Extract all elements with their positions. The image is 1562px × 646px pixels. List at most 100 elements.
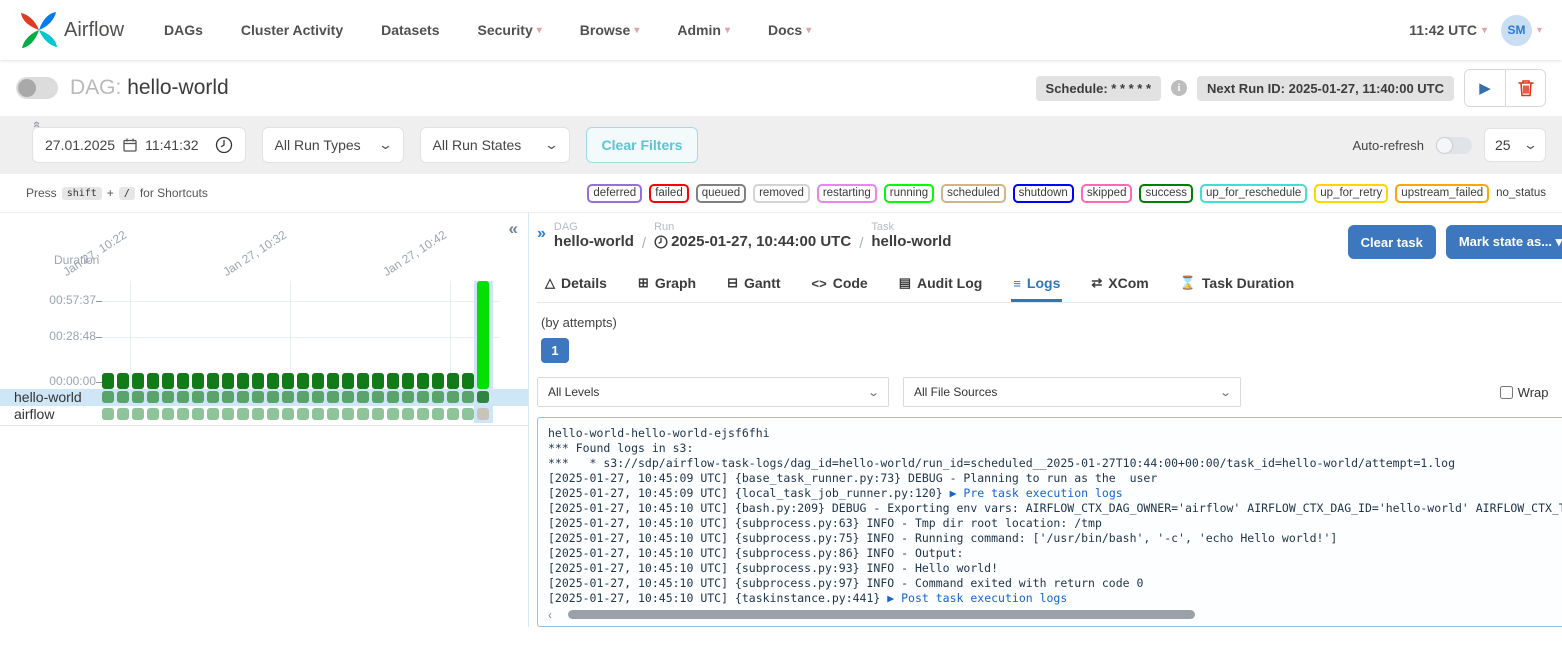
task-instance-square[interactable]	[297, 408, 309, 420]
wrap-checkbox[interactable]	[1500, 386, 1513, 399]
task-instance-square[interactable]	[192, 391, 204, 403]
task-instance-square[interactable]	[222, 391, 234, 403]
run-duration-bar[interactable]	[237, 373, 249, 389]
state-badge-success[interactable]: success	[1139, 184, 1193, 203]
task-instance-square[interactable]	[252, 391, 264, 403]
clear-filters-button[interactable]: Clear Filters	[586, 127, 699, 163]
schedule-badge[interactable]: Schedule: * * * * *	[1036, 76, 1161, 101]
info-icon[interactable]: i	[1171, 80, 1187, 96]
state-badge-up-for-reschedule[interactable]: up_for_reschedule	[1200, 184, 1307, 203]
nav-item-datasets[interactable]: Datasets	[381, 22, 439, 38]
auto-refresh-toggle[interactable]	[1436, 137, 1472, 154]
run-duration-bar[interactable]	[327, 373, 339, 389]
run-duration-bar[interactable]	[477, 281, 489, 389]
task-instance-square[interactable]	[282, 391, 294, 403]
run-duration-bar[interactable]	[312, 373, 324, 389]
nav-item-cluster-activity[interactable]: Cluster Activity	[241, 22, 343, 38]
tab-details[interactable]: △Details	[543, 269, 609, 302]
task-instance-square[interactable]	[297, 391, 309, 403]
run-duration-bar[interactable]	[207, 373, 219, 389]
file-source-select[interactable]: All File Sources ⌄	[903, 377, 1241, 407]
task-instance-square[interactable]	[102, 408, 114, 420]
state-badge-deferred[interactable]: deferred	[587, 184, 642, 203]
state-badge-restarting[interactable]: restarting	[817, 184, 877, 203]
task-instance-square[interactable]	[372, 408, 384, 420]
run-duration-bar[interactable]	[132, 373, 144, 389]
task-instance-square[interactable]	[432, 391, 444, 403]
task-instance-square[interactable]	[312, 391, 324, 403]
task-instance-square[interactable]	[477, 408, 489, 420]
run-states-select[interactable]: All Run States ⌄	[420, 127, 570, 163]
tab-audit-log[interactable]: ▤Audit Log	[897, 269, 985, 302]
task-instance-square[interactable]	[267, 408, 279, 420]
dag-pause-toggle[interactable]	[16, 77, 58, 99]
task-instance-square[interactable]	[387, 391, 399, 403]
log-group-link[interactable]: ▶ Post task execution logs	[887, 591, 1067, 605]
task-row-hello-world[interactable]: hello-world	[0, 389, 528, 406]
scrollbar-track[interactable]	[556, 610, 1562, 620]
task-instance-square[interactable]	[192, 408, 204, 420]
task-instance-square[interactable]	[417, 391, 429, 403]
task-instance-square[interactable]	[312, 408, 324, 420]
task-instance-square[interactable]	[132, 391, 144, 403]
nav-item-admin[interactable]: Admin▾	[677, 22, 730, 38]
run-duration-bar[interactable]	[147, 373, 159, 389]
run-duration-bar[interactable]	[252, 373, 264, 389]
timezone-selector[interactable]: 11:42 UTC ▾	[1409, 22, 1487, 38]
run-duration-bar[interactable]	[117, 373, 129, 389]
run-duration-bar[interactable]	[372, 373, 384, 389]
run-duration-bar[interactable]	[432, 373, 444, 389]
nav-item-security[interactable]: Security▾	[477, 22, 541, 38]
state-badge-shutdown[interactable]: shutdown	[1013, 184, 1074, 203]
nav-item-browse[interactable]: Browse▾	[580, 22, 640, 38]
scroll-left-icon[interactable]: ‹	[548, 610, 552, 620]
run-duration-bar[interactable]	[192, 373, 204, 389]
date-value[interactable]: 27.01.2025	[45, 137, 115, 153]
run-duration-bar[interactable]	[177, 373, 189, 389]
task-instance-square[interactable]	[102, 391, 114, 403]
attempt-1-button[interactable]: 1	[541, 338, 569, 363]
state-badge-removed[interactable]: removed	[753, 184, 810, 203]
tab-code[interactable]: <>Code	[810, 269, 870, 302]
task-instance-square[interactable]	[462, 408, 474, 420]
task-instance-square[interactable]	[207, 408, 219, 420]
task-instance-square[interactable]	[162, 408, 174, 420]
run-duration-bar[interactable]	[102, 373, 114, 389]
delete-dag-button[interactable]	[1505, 70, 1545, 106]
task-instance-square[interactable]	[252, 408, 264, 420]
collapse-filters-icon[interactable]: «	[30, 121, 45, 128]
task-instance-square[interactable]	[237, 408, 249, 420]
task-instance-square[interactable]	[447, 408, 459, 420]
task-row-airflow[interactable]: airflow	[0, 406, 528, 423]
task-instance-square[interactable]	[117, 391, 129, 403]
run-duration-bar[interactable]	[297, 373, 309, 389]
clock-icon[interactable]	[215, 136, 233, 154]
breadcrumb-dag-value[interactable]: hello-world	[554, 233, 634, 250]
task-instance-square[interactable]	[372, 391, 384, 403]
task-instance-square[interactable]	[237, 391, 249, 403]
task-instance-square[interactable]	[177, 408, 189, 420]
task-instance-square[interactable]	[177, 391, 189, 403]
task-instance-square[interactable]	[117, 408, 129, 420]
state-badge-queued[interactable]: queued	[696, 184, 746, 203]
run-duration-bar[interactable]	[222, 373, 234, 389]
state-badge-up-for-retry[interactable]: up_for_retry	[1314, 184, 1388, 203]
date-time-picker[interactable]: 27.01.2025 11:41:32	[32, 127, 246, 163]
run-types-select[interactable]: All Run Types ⌄	[262, 127, 404, 163]
task-instance-square[interactable]	[447, 391, 459, 403]
log-level-select[interactable]: All Levels ⌄	[537, 377, 889, 407]
state-badge-scheduled[interactable]: scheduled	[941, 184, 1005, 203]
task-instance-square[interactable]	[327, 391, 339, 403]
task-instance-square[interactable]	[342, 408, 354, 420]
clear-task-button[interactable]: Clear task	[1348, 225, 1436, 259]
run-duration-bar[interactable]	[402, 373, 414, 389]
nav-item-dags[interactable]: DAGs	[164, 22, 203, 38]
task-instance-square[interactable]	[387, 408, 399, 420]
scrollbar-thumb[interactable]	[568, 610, 1195, 619]
nav-item-docs[interactable]: Docs▾	[768, 22, 811, 38]
trigger-dag-button[interactable]: ▶	[1465, 70, 1505, 106]
tab-graph[interactable]: ⊞Graph	[636, 269, 698, 302]
expand-panel-icon[interactable]: »	[537, 225, 546, 243]
log-horizontal-scrollbar[interactable]: ‹ ›	[548, 608, 1562, 622]
state-badge-no-status[interactable]: no_status	[1496, 184, 1546, 203]
